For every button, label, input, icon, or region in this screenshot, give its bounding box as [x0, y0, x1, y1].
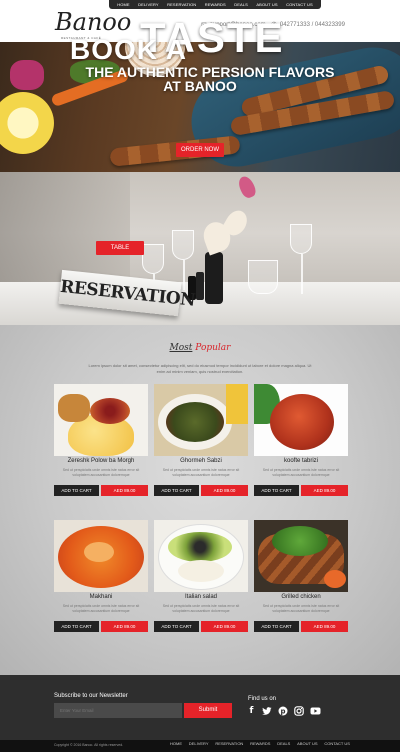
dish-name: Italian salad	[184, 594, 218, 600]
page: HOME DELIVERY RESERVATION REWARDS DEALS …	[0, 0, 400, 752]
add-to-cart-button[interactable]: ADD TO CART	[154, 485, 199, 496]
wine-glass-image	[290, 224, 312, 254]
hero-subtitle-2: AT BANOO	[163, 78, 237, 94]
beet-image	[10, 60, 44, 90]
dish-image	[154, 520, 248, 592]
add-to-cart-button[interactable]: ADD TO CART	[54, 485, 99, 496]
top-nav: HOME DELIVERY RESERVATION REWARDS DEALS …	[109, 0, 321, 9]
nav-contact-us[interactable]: CONTACT US	[286, 2, 313, 7]
dish-image	[54, 520, 148, 592]
footer-nav-home[interactable]: HOME	[170, 741, 182, 746]
nav-about-us[interactable]: ABOUT US	[256, 2, 277, 7]
popular-title-most: Most	[169, 343, 193, 353]
salt-shaker	[196, 272, 204, 300]
dish-image	[154, 384, 248, 456]
booking-title: BOOK A	[70, 34, 187, 65]
facebook-icon[interactable]: f	[246, 706, 257, 717]
add-to-cart-button[interactable]: ADD TO CART	[254, 621, 299, 632]
footer-nav-rewards[interactable]: REWARDS	[250, 741, 270, 746]
glass-stem	[301, 254, 303, 294]
newsletter-submit-button[interactable]: Submit	[184, 703, 232, 718]
dish-image	[54, 384, 148, 456]
dish-name: Grilled chicken	[281, 594, 321, 600]
wine-glass-image	[172, 230, 194, 260]
dish-name: koofte tabrizi	[283, 458, 319, 464]
dish-name: Ghormeh Sabzi	[180, 458, 222, 464]
dish-description: Sed ut perspiciatis unde omnis iste natu…	[262, 468, 340, 477]
wine-glass-image	[248, 260, 278, 294]
nav-home[interactable]: HOME	[117, 2, 129, 7]
dish-name: Zereshk Polow ba Morgh	[67, 458, 135, 464]
add-to-cart-button[interactable]: ADD TO CART	[154, 621, 199, 632]
wine-glass-image	[142, 244, 164, 274]
svg-text:p: p	[280, 708, 285, 716]
price-button[interactable]: AED 89.00	[301, 485, 348, 496]
logo-text: Banoo	[55, 8, 132, 36]
dish-description: Sed ut perspiciatis unde omnis iste natu…	[62, 468, 140, 477]
dish-description: Sed ut perspiciatis unde omnis iste natu…	[162, 468, 240, 477]
nav-deals[interactable]: DEALS	[234, 2, 248, 7]
youtube-icon[interactable]	[310, 706, 321, 717]
copyright-text: Copyright © 2016 Banoo. All rights reser…	[54, 743, 124, 747]
popular-title: Most Popular	[0, 343, 400, 353]
dish-image	[254, 520, 348, 592]
footer-nav-reservation[interactable]: RESERVATION	[215, 741, 243, 746]
order-now-button[interactable]: ORDER NOW	[176, 143, 224, 157]
nav-rewards[interactable]: REWARDS	[205, 2, 226, 7]
dish-name: Makhani	[89, 594, 113, 600]
footer-nav-deals[interactable]: DEALS	[277, 741, 290, 746]
pink-flower-image	[236, 174, 258, 200]
phone-text: 042771333 / 044323399	[279, 22, 345, 28]
dish-description: Sed ut perspiciatis unde omnis iste natu…	[162, 604, 240, 613]
popular-description: Lorem ipsum dolor sit amet, consectetur …	[88, 363, 312, 374]
pinterest-icon[interactable]: p	[277, 706, 288, 717]
nav-delivery[interactable]: DELIVERY	[138, 2, 159, 7]
price-button[interactable]: AED 89.00	[201, 485, 248, 496]
add-to-cart-button[interactable]: ADD TO CART	[54, 621, 99, 632]
vase-image	[205, 252, 223, 304]
dish-description: Sed ut perspiciatis unde omnis iste natu…	[262, 604, 340, 613]
price-button[interactable]: AED 89.00	[101, 621, 148, 632]
footer-nav-contact-us[interactable]: CONTACT US	[324, 741, 350, 746]
price-button[interactable]: AED 89.00	[101, 485, 148, 496]
price-button[interactable]: AED 89.00	[201, 621, 248, 632]
glass-stem	[183, 260, 185, 290]
newsletter-label: Subscribe to our Newsletter	[54, 693, 128, 699]
dish-description: Sed ut perspiciatis unde omnis iste natu…	[62, 604, 140, 613]
newsletter-email-input[interactable]	[54, 703, 182, 718]
footer-nav-about-us[interactable]: ABOUT US	[297, 741, 317, 746]
nav-reservation[interactable]: RESERVATION	[167, 2, 196, 7]
dish-image	[254, 384, 348, 456]
footer-nav: HOME DELIVERY RESERVATION REWARDS DEALS …	[170, 741, 350, 746]
twitter-icon[interactable]	[261, 706, 272, 717]
lemon-image	[0, 92, 54, 154]
popular-title-popular: Popular	[195, 343, 231, 353]
price-button[interactable]: AED 89.00	[301, 621, 348, 632]
instagram-icon[interactable]	[293, 706, 304, 717]
book-table-button[interactable]: TABLE	[96, 241, 144, 255]
footer-nav-delivery[interactable]: DELIVERY	[189, 741, 209, 746]
add-to-cart-button[interactable]: ADD TO CART	[254, 485, 299, 496]
find-us-label: Find us on	[248, 696, 277, 702]
